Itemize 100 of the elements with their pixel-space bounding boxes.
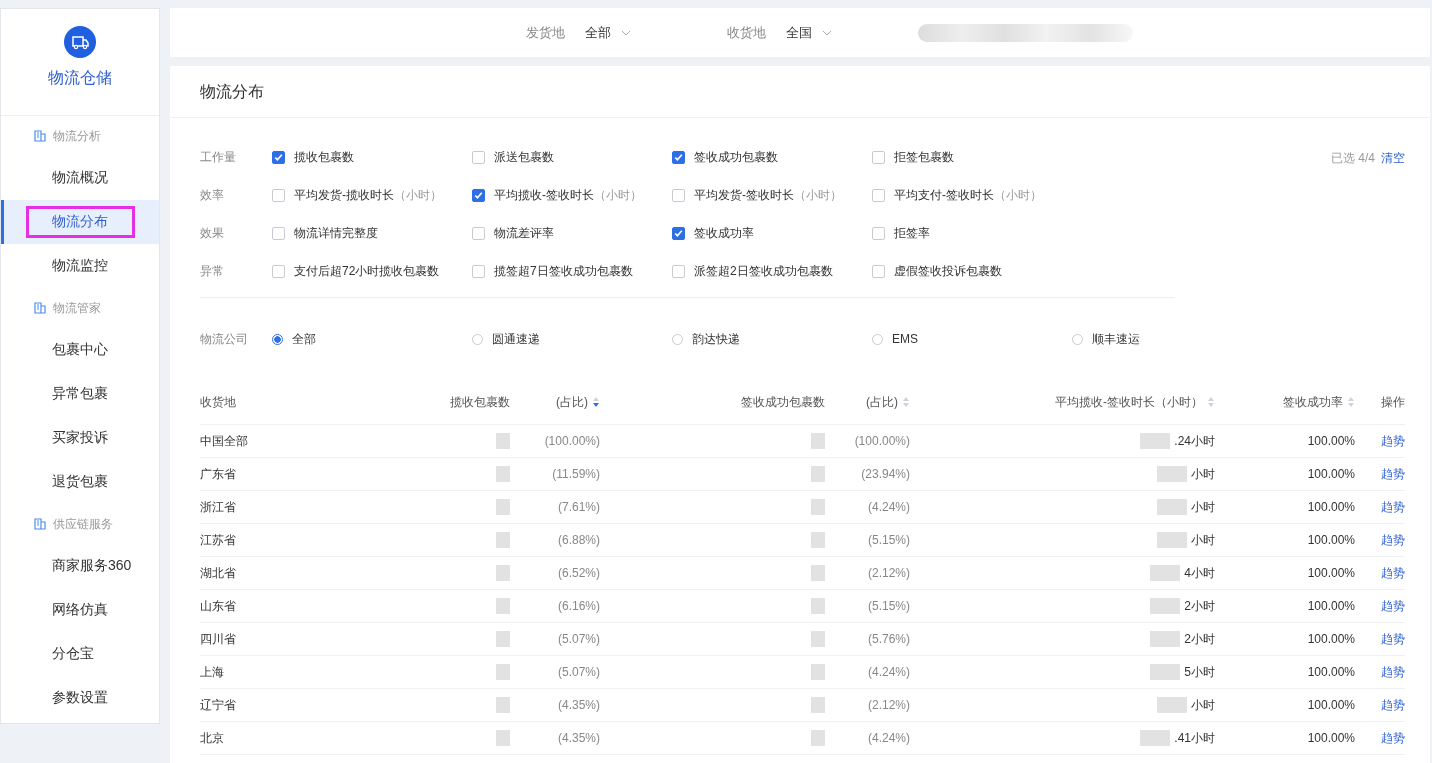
nav-item[interactable]: 退货包裹 bbox=[1, 460, 159, 504]
trend-link[interactable]: 趋势 bbox=[1355, 432, 1405, 450]
nav-item[interactable]: 物流监控 bbox=[1, 244, 159, 288]
building-icon bbox=[34, 130, 46, 142]
column-header: 操作 bbox=[1380, 393, 1405, 411]
nav-item[interactable]: 分仓宝 bbox=[1, 632, 159, 676]
redacted-block bbox=[1140, 730, 1171, 746]
table-cell-text: (7.61%) bbox=[556, 500, 600, 514]
metric-checkbox[interactable]: 拒签率 bbox=[872, 224, 1072, 242]
table-cell-text: 100.00% bbox=[1306, 731, 1355, 745]
metric-checkbox[interactable]: 派送包裹数 bbox=[472, 148, 672, 166]
nav-item[interactable]: 物流分布 bbox=[1, 200, 159, 244]
location-dropdown[interactable]: 全国 bbox=[786, 23, 832, 42]
trend-link[interactable]: 趋势 bbox=[1355, 663, 1405, 681]
table-cell-text: 广东省 bbox=[200, 465, 237, 483]
table-cell-text: 100.00% bbox=[1306, 467, 1355, 481]
redacted-block bbox=[1157, 532, 1187, 548]
trend-link[interactable]: 趋势 bbox=[1355, 729, 1405, 747]
table-cell: 2小时 bbox=[1184, 597, 1215, 615]
metric-checkbox[interactable]: 物流差评率 bbox=[472, 224, 672, 242]
company-radio[interactable]: EMS bbox=[872, 332, 1072, 346]
table-cell-text: (4.35%) bbox=[556, 698, 600, 712]
nav-item[interactable]: 商家服务360 bbox=[1, 544, 159, 588]
metric-checkbox[interactable]: 揽收包裹数 bbox=[272, 148, 472, 166]
metric-checkbox[interactable]: 签收成功率 bbox=[672, 224, 872, 242]
nav-section-title: 物流管家 bbox=[53, 299, 101, 317]
redacted-block bbox=[811, 565, 825, 581]
nav-item[interactable]: 物流概况 bbox=[1, 156, 159, 200]
table-cell: 小时 bbox=[1191, 531, 1215, 549]
table-cell-text: (4.24%) bbox=[866, 731, 910, 745]
table-cell-text: 江苏省 bbox=[200, 531, 237, 549]
metric-checkbox[interactable]: 物流详情完整度 bbox=[272, 224, 472, 242]
table-cell-text: (6.52%) bbox=[556, 566, 600, 580]
nav-section-title: 供应链服务 bbox=[53, 515, 113, 533]
company-radio[interactable]: 韵达快递 bbox=[672, 330, 872, 348]
table-cell-text: 湖北省 bbox=[200, 564, 237, 582]
redacted-block bbox=[1157, 697, 1187, 713]
metric-checkbox[interactable]: 平均支付-签收时长（小时） bbox=[872, 186, 1072, 204]
table-cell: 2小时 bbox=[1184, 630, 1215, 648]
checkmark-icon bbox=[673, 227, 684, 239]
redacted-block bbox=[496, 631, 510, 647]
trend-link[interactable]: 趋势 bbox=[1355, 564, 1405, 582]
company-radio[interactable]: 全部 bbox=[272, 330, 472, 348]
metric-checkbox[interactable]: 支付后超72小时揽收包裹数 bbox=[272, 262, 472, 280]
redacted-block bbox=[496, 730, 510, 746]
table-cell-text: (4.24%) bbox=[866, 500, 910, 514]
trend-link[interactable]: 趋势 bbox=[1355, 531, 1405, 549]
metric-checkbox[interactable]: 平均发货-签收时长（小时） bbox=[672, 186, 872, 204]
sort-icon[interactable] bbox=[592, 396, 600, 408]
checkmark-icon bbox=[673, 151, 684, 163]
redacted-block bbox=[1150, 565, 1181, 581]
metric-checkbox[interactable]: 揽签超7日签收成功包裹数 bbox=[472, 262, 672, 280]
trend-link[interactable]: 趋势 bbox=[1355, 465, 1405, 483]
nav-item[interactable]: 参数设置 bbox=[1, 676, 159, 720]
trend-link[interactable]: 趋势 bbox=[1355, 696, 1405, 714]
metric-checkbox[interactable]: 虚假签收投诉包裹数 bbox=[872, 262, 1072, 280]
nav-item[interactable]: 网络仿真 bbox=[1, 588, 159, 632]
metric-checkbox[interactable]: 签收成功包裹数 bbox=[672, 148, 872, 166]
checkmark-icon bbox=[473, 189, 484, 201]
redacted-block bbox=[1157, 499, 1187, 515]
redacted-block bbox=[811, 499, 825, 515]
table-cell-text: 100.00% bbox=[1306, 500, 1355, 514]
redacted-block bbox=[496, 532, 510, 548]
column-header[interactable]: (占比) bbox=[510, 393, 600, 411]
metric-group-label: 效率 bbox=[200, 186, 225, 204]
column-header[interactable]: 平均揽收-签收时长（小时） bbox=[910, 393, 1215, 411]
metric-checkbox[interactable]: 派签超2日签收成功包裹数 bbox=[672, 262, 872, 280]
metric-checkbox[interactable]: 平均发货-揽收时长（小时） bbox=[272, 186, 472, 204]
table-cell-text: 辽宁省 bbox=[200, 696, 237, 714]
table-cell-text: (5.15%) bbox=[866, 533, 910, 547]
trend-link[interactable]: 趋势 bbox=[1355, 630, 1405, 648]
clear-link[interactable]: 清空 bbox=[1381, 150, 1405, 290]
company-radio[interactable]: 圆通速递 bbox=[472, 330, 672, 348]
redacted-block bbox=[811, 730, 825, 746]
metric-group-label: 工作量 bbox=[200, 148, 237, 166]
table-cell-text: (6.88%) bbox=[556, 533, 600, 547]
trend-link[interactable]: 趋势 bbox=[1355, 498, 1405, 516]
nav-item[interactable]: 包裹中心 bbox=[1, 328, 159, 372]
column-header[interactable]: 签收成功率 bbox=[1215, 393, 1355, 411]
nav-item[interactable]: 买家投诉 bbox=[1, 416, 159, 460]
redacted-block bbox=[811, 697, 825, 713]
table-cell-text: 中国全部 bbox=[200, 432, 249, 450]
table-cell-text: (5.07%) bbox=[556, 632, 600, 646]
location-dropdown[interactable]: 全部 bbox=[585, 23, 631, 42]
redacted-block bbox=[1140, 433, 1171, 449]
company-radio[interactable]: 顺丰速运 bbox=[1072, 330, 1272, 348]
table-cell-text: 四川省 bbox=[200, 630, 237, 648]
table-cell-text: (2.12%) bbox=[866, 698, 910, 712]
redacted-block bbox=[1150, 664, 1181, 680]
metric-checkbox[interactable]: 拒签包裹数 bbox=[872, 148, 1072, 166]
chevron-down-icon bbox=[822, 29, 832, 36]
metric-group-label: 异常 bbox=[200, 262, 225, 280]
table-cell: 小时 bbox=[1191, 465, 1215, 483]
metric-checkbox[interactable]: 平均揽收-签收时长（小时） bbox=[472, 186, 672, 204]
table-cell-text: 100.00% bbox=[1306, 599, 1355, 613]
trend-link[interactable]: 趋势 bbox=[1355, 597, 1405, 615]
nav-item[interactable]: 异常包裹 bbox=[1, 372, 159, 416]
table-cell-text: (5.76%) bbox=[866, 632, 910, 646]
app-title: 物流仓储 bbox=[48, 68, 112, 88]
column-header[interactable]: (占比) bbox=[825, 393, 910, 411]
